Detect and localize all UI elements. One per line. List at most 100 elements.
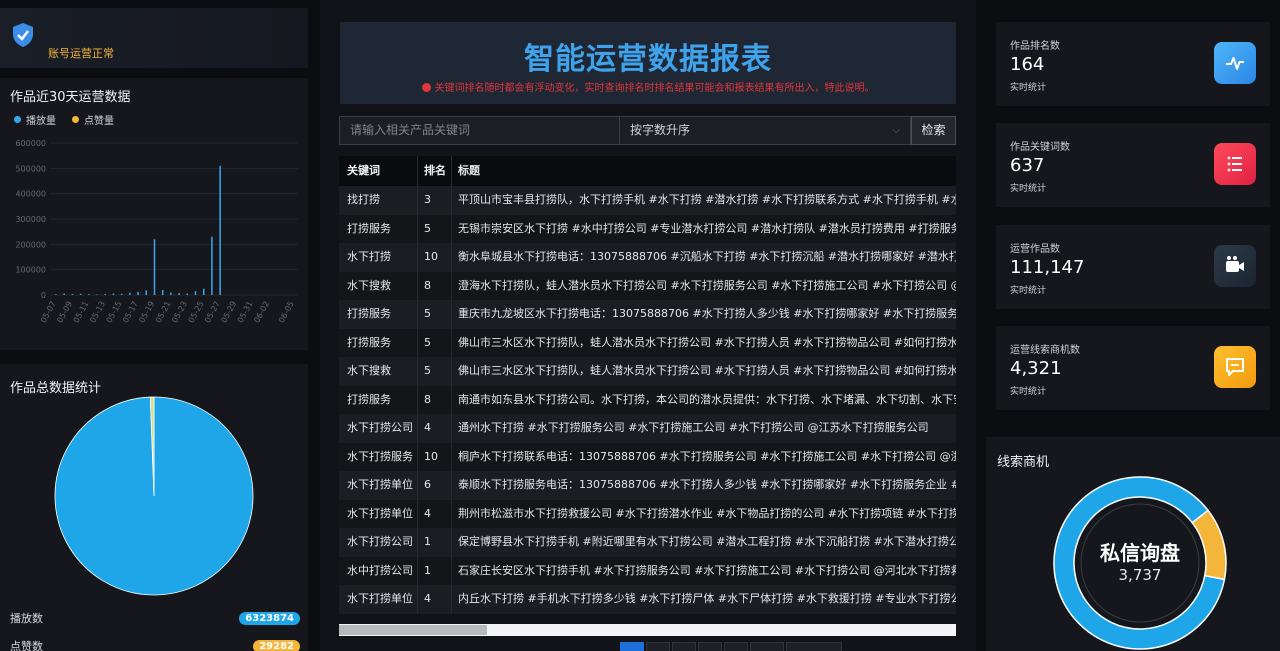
table-row[interactable]: 打捞服务 5 重庆市九龙坡区水下打捞电话：13075888706 #水下打捞人多少钱… xyxy=(339,300,956,329)
kpi-value: 637 xyxy=(1010,155,1045,176)
y-tick-label: 100000 xyxy=(15,266,46,275)
cell-rank: 4 xyxy=(418,414,452,443)
account-status-panel: 账号运营正常 xyxy=(0,8,308,68)
table-row[interactable]: 水下搜救 5 佛山市三水区水下打捞队，蛙人潜水员水下打捞公司 #水下打捞人员 #水下… xyxy=(339,357,956,386)
stat-badge: 6323874 xyxy=(239,611,300,625)
trend-legend: 播放量 点赞量 xyxy=(14,112,114,127)
table-row[interactable]: 找打捞 3 平顶山市宝丰县打捞队，水下打捞手机 #水下打捞 #潜水打捞 #水下打捞联… xyxy=(339,186,956,215)
bar xyxy=(194,291,197,295)
table-row[interactable]: 打捞服务 5 无锡市崇安区水下打捞 #水中打捞公司 #专业潜水打捞公司 #潜水打捞队… xyxy=(339,214,956,243)
trend-chart-title: 作品近30天运营数据 xyxy=(10,90,131,105)
totals-pie-chart xyxy=(54,396,254,596)
cell-title: 泰顺水下打捞服务电话：13075888706 #水下打捞人多少钱 #水下打捞哪家… xyxy=(458,478,956,491)
table-row[interactable]: 水下打捞公司 4 通州水下打捞 #水下打捞服务公司 #水下打捞施工公司 #水下打捞公… xyxy=(339,414,956,443)
bar xyxy=(137,291,139,295)
cell-rank: 1 xyxy=(418,556,452,585)
kpi-card-leads: 运营线索商机数 4,321 实时统计 xyxy=(996,326,1270,410)
cell-rank: 3 xyxy=(418,186,452,215)
table-row[interactable]: 水中打捞公司 1 石家庄长安区水下打捞手机 #水下打捞服务公司 #水下打捞施工公司 … xyxy=(339,556,956,585)
bar xyxy=(112,293,115,295)
left-column: 账号运营正常 作品近30天运营数据 播放量 点赞量 0 100000 200000 3… xyxy=(0,0,310,651)
cell-title: 通州水下打捞 #水下打捞服务公司 #水下打捞施工公司 #水下打捞公司 @江苏水下… xyxy=(458,421,929,434)
horizontal-scrollbar[interactable] xyxy=(339,624,956,636)
cell-rank: 1 xyxy=(418,528,452,557)
table-header: 关键词 排名 标题 xyxy=(339,156,956,186)
table-row[interactable]: 打捞服务 5 佛山市三水区水下打捞队，蛙人潜水员水下打捞公司 #水下打捞人员 #水下… xyxy=(339,328,956,357)
cell-keyword: 水下打捞公司 xyxy=(339,414,418,443)
page-button[interactable] xyxy=(750,642,784,651)
cell-title: 保定博野县水下打捞手机 #附近哪里有水下打捞公司 #潜水工程打捞 #水下沉船打捞… xyxy=(458,535,956,548)
pulse-icon xyxy=(1214,42,1256,84)
ranking-table: 关键词 排名 标题 找打捞 3 平顶山市宝丰县打捞队，水下打捞手机 #水下打捞 #潜… xyxy=(339,156,956,614)
cell-title: 佛山市三水区水下打捞队，蛙人潜水员水下打捞公司 #水下打捞人员 #水下打捞物品公… xyxy=(458,335,956,349)
bar xyxy=(63,293,65,295)
legend-label: 播放量 xyxy=(26,116,56,127)
page-button[interactable] xyxy=(646,642,670,651)
table-row[interactable]: 水下打捞单位 4 内丘水下打捞 #手机水下打捞多少钱 #水下打捞尸体 #水下尸体打捞… xyxy=(339,585,956,614)
sort-select-value: 按字数升序 xyxy=(630,123,691,137)
sort-select[interactable]: 按字数升序 ⌵ xyxy=(620,116,911,145)
bar xyxy=(202,288,205,295)
table-row[interactable]: 水下搜救 8 澄海水下打捞队，蛙人潜水员水下打捞公司 #水下打捞服务公司 #水下打捞… xyxy=(339,271,956,300)
warning-icon xyxy=(421,83,431,92)
scrollbar-thumb[interactable] xyxy=(339,625,487,635)
stat-badge: 29282 xyxy=(253,639,300,651)
leads-panel: 线索商机 私信询盘 3,737 xyxy=(986,437,1280,651)
x-tick-label: 06-05 xyxy=(277,300,296,325)
account-status-label: 账号运营正常 xyxy=(48,47,114,60)
bar xyxy=(145,290,148,295)
cell-rank: 8 xyxy=(418,385,452,414)
video-camera-icon xyxy=(1214,245,1256,287)
page-button[interactable] xyxy=(724,642,748,651)
cell-rank: 4 xyxy=(418,499,452,528)
kpi-label: 作品排名数 xyxy=(1010,41,1060,52)
page-jump[interactable] xyxy=(786,642,842,651)
cell-keyword: 找打捞 xyxy=(339,186,418,215)
cell-rank: 5 xyxy=(418,300,452,329)
chat-icon xyxy=(1214,346,1256,388)
bar xyxy=(120,293,123,295)
column-header-rank[interactable]: 排名 xyxy=(418,156,452,186)
table-row[interactable]: 打捞服务 8 南通市如东县水下打捞公司。水下打捞，本公司的潜水员提供：水下打捞、水下… xyxy=(339,385,956,414)
cell-title: 佛山市三水区水下打捞队，蛙人潜水员水下打捞公司 #水下打捞人员 #水下打捞物品公… xyxy=(458,364,956,377)
cell-keyword: 打捞服务 xyxy=(339,300,418,329)
bar xyxy=(71,293,74,295)
kpi-sub: 实时统计 xyxy=(1010,83,1047,93)
page-button[interactable] xyxy=(672,642,696,651)
table-row[interactable]: 水下打捞公司 1 保定博野县水下打捞手机 #附近哪里有水下打捞公司 #潜水工程打捞 … xyxy=(339,528,956,557)
legend-item-likes[interactable]: 点赞量 xyxy=(72,112,114,127)
column-header-keyword[interactable]: 关键词 xyxy=(339,156,418,186)
table-row[interactable]: 水下打捞 10 衡水阜城县水下打捞电话：13075888706 #沉船水下打捞 #水… xyxy=(339,243,956,272)
kpi-label: 运营线索商机数 xyxy=(1010,345,1080,356)
kpi-card-ranked-works: 作品排名数 164 实时统计 xyxy=(996,22,1270,106)
bar xyxy=(79,293,82,295)
cell-title: 澄海水下打捞队，蛙人潜水员水下打捞公司 #水下打捞服务公司 #水下打捞施工公司 … xyxy=(458,278,956,292)
stat-label: 播放数 xyxy=(10,612,43,625)
report-title: 智能运营数据报表 xyxy=(524,42,772,77)
table-row[interactable]: 水下打捞服务 10 桐庐水下打捞联系电话：13075888706 #水下打捞服务公司… xyxy=(339,442,956,471)
report-note: 关键词排名随时都会有浮动变化，实时查询排名时排名结果可能会和报表结果有所出入，特… xyxy=(340,79,956,94)
search-bar: 请输入相关产品关键词 按字数升序 ⌵ 检索 xyxy=(339,116,956,145)
report-banner: 智能运营数据报表 关键词排名随时都会有浮动变化，实时查询排名时排名结果可能会和报… xyxy=(340,22,956,104)
cell-keyword: 水下打捞单位 xyxy=(339,471,418,500)
cell-title: 荆州市松滋市水下打捞救援公司 #水下打捞潜水作业 #水下物品打捞的公司 #水下打… xyxy=(458,506,956,520)
cell-title: 重庆市九龙坡区水下打捞电话：13075888706 #水下打捞人多少钱 #水下打… xyxy=(458,307,956,320)
totals-title: 作品总数据统计 xyxy=(10,381,102,396)
cell-title: 衡水阜城县水下打捞电话：13075888706 #沉船水下打捞 #水下打捞沉船 … xyxy=(458,250,956,263)
table-row[interactable]: 水下打捞单位 4 荆州市松滋市水下打捞救援公司 #水下打捞潜水作业 #水下物品打捞的… xyxy=(339,499,956,528)
kpi-card-works: 运营作品数 111,147 实时统计 xyxy=(996,225,1270,309)
cell-keyword: 水下打捞 xyxy=(339,243,418,272)
stat-row-plays: 播放数 6323874 xyxy=(10,610,300,626)
cell-keyword: 打捞服务 xyxy=(339,328,418,357)
chevron-down-icon: ⌵ xyxy=(892,125,900,136)
search-button[interactable]: 检索 xyxy=(911,116,956,145)
page-button[interactable] xyxy=(620,642,644,651)
keyword-search-input[interactable]: 请输入相关产品关键词 xyxy=(339,116,620,145)
bar xyxy=(211,236,213,295)
cell-title: 南通市如东县水下打捞公司。水下打捞，本公司的潜水员提供：水下打捞、水下堵漏、水下… xyxy=(458,392,956,406)
page-button[interactable] xyxy=(698,642,722,651)
table-row[interactable]: 水下打捞单位 6 泰顺水下打捞服务电话：13075888706 #水下打捞人多少钱 … xyxy=(339,471,956,500)
bar xyxy=(178,292,180,295)
column-header-title[interactable]: 标题 xyxy=(452,156,956,186)
legend-item-plays[interactable]: 播放量 xyxy=(14,112,56,127)
